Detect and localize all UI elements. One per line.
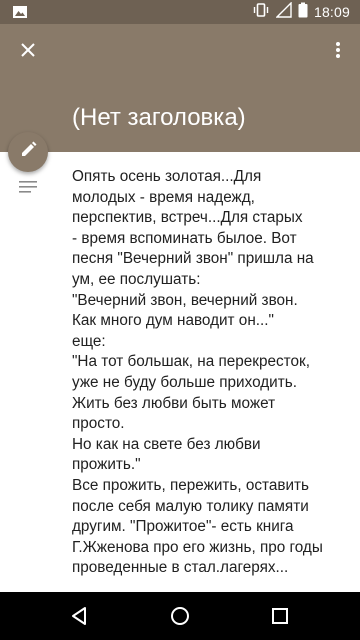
note-text-line: молодых - время надежд, xyxy=(72,188,255,206)
more-vert-icon xyxy=(335,41,341,64)
signal-icon xyxy=(275,0,292,23)
note-text-line: "На тот большак, на перекресток, xyxy=(72,353,310,371)
note-text-line: перспектив, встреч...Для старых xyxy=(72,209,303,227)
note-text-line: - время вспоминать былое. Вот xyxy=(72,229,297,247)
navigation-bar xyxy=(0,592,360,640)
note-title[interactable]: (Нет заголовка) xyxy=(72,104,246,132)
status-bar: 18:09 xyxy=(0,0,360,24)
vibrate-icon xyxy=(252,2,270,23)
note-text-line: ум, ее послушать: xyxy=(72,270,201,288)
more-options-button[interactable] xyxy=(326,36,350,68)
close-icon xyxy=(20,42,36,63)
image-notification-icon xyxy=(12,4,28,20)
back-icon[interactable] xyxy=(68,604,92,628)
note-text-line: песня "Вечерний звон" пришла на xyxy=(72,250,314,268)
note-text-line: уже не буду больше приходить. xyxy=(72,373,297,391)
battery-icon xyxy=(298,2,308,23)
note-text-line: Как много дум наводит он..." xyxy=(72,312,274,330)
note-text-line: проведенные в стал.лагерях... xyxy=(72,559,289,577)
note-text-line: "Вечерний звон, вечерний звон. xyxy=(72,291,298,309)
note-text-line: просто. xyxy=(72,415,125,433)
note-header: (Нет заголовка) xyxy=(0,24,360,152)
note-text-line: Но как на свете без любви xyxy=(72,435,261,453)
note-text-line: после себя малую толику памяти xyxy=(72,497,309,515)
note-text-line: прожить." xyxy=(72,456,141,474)
text-lines-icon xyxy=(19,180,37,194)
home-icon[interactable] xyxy=(168,604,192,628)
note-text-line: Опять осень золотая...Для xyxy=(72,168,262,185)
note-text-line: еще: xyxy=(72,332,106,350)
note-text-line: другим. "Прожитое"- есть книга xyxy=(72,518,294,536)
note-text-line: Г.Жженова про его жизнь, про годы xyxy=(72,538,323,556)
status-time: 18:09 xyxy=(313,4,350,20)
note-text-line: Жить без любви быть может xyxy=(72,394,276,412)
edit-fab-button[interactable] xyxy=(8,132,48,172)
close-button[interactable] xyxy=(12,36,44,68)
recents-icon[interactable] xyxy=(268,604,292,628)
pencil-icon xyxy=(19,141,37,164)
note-text-line: Все прожить, пережить, оставить xyxy=(72,476,310,494)
note-body[interactable]: Опять осень золотая...Для молодых - время… xyxy=(72,167,342,579)
